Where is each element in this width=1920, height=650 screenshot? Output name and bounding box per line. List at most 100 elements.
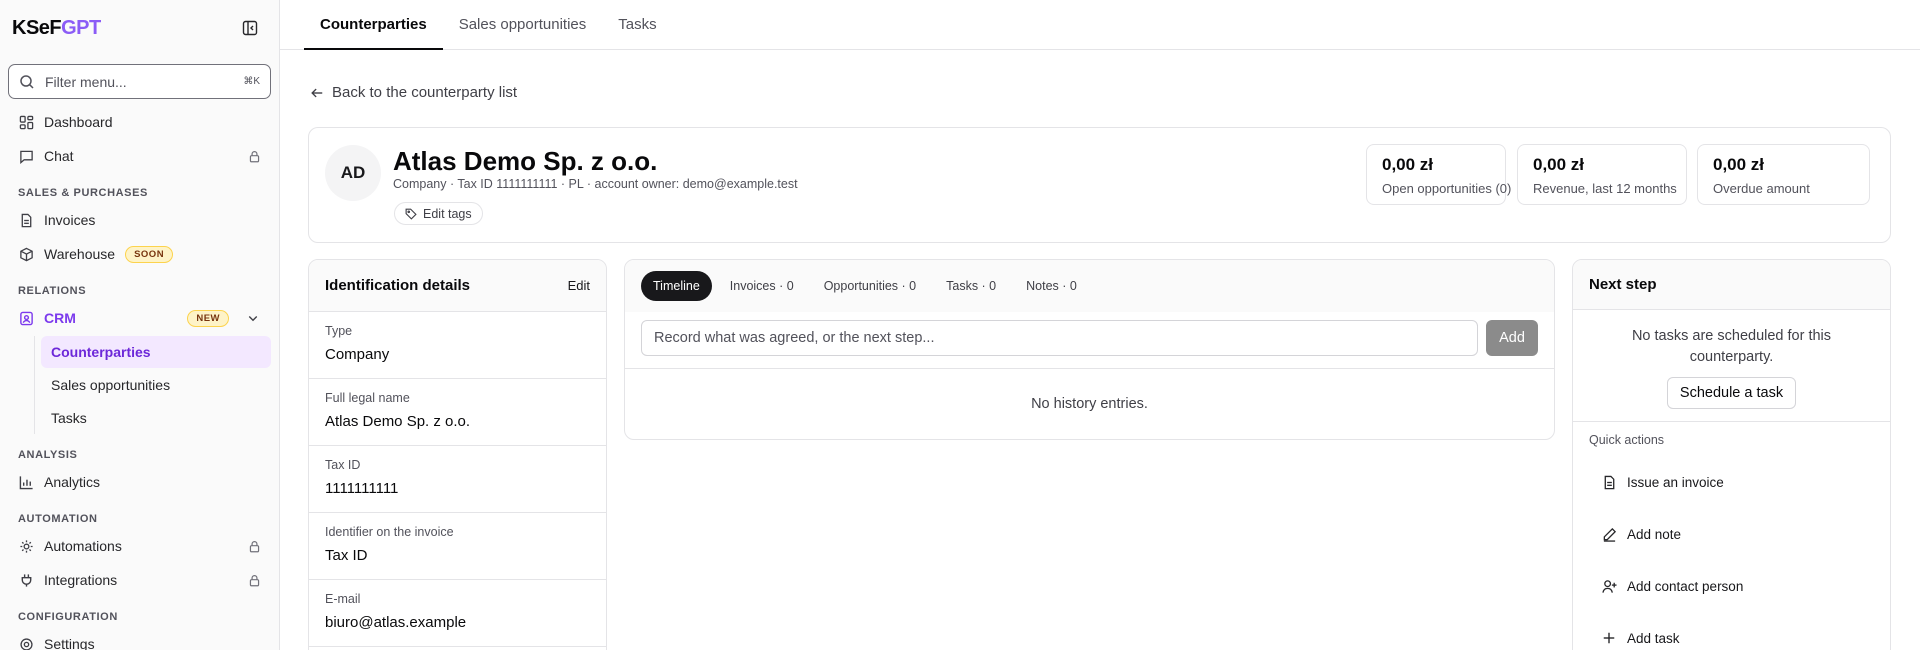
document-icon [18,212,34,228]
timeline-tabs: Timeline Invoices · 0 Opportunities · 0 … [625,260,1554,312]
sidebar-item-tasks[interactable]: Tasks [41,402,271,434]
plus-icon [1601,630,1617,646]
add-entry-button[interactable]: Add [1486,320,1538,356]
field-tax-id: Tax ID 1111111111 [309,446,606,513]
sidebar-item-counterparties[interactable]: Counterparties [41,336,271,368]
stat-caption: Open opportunities (0) [1382,181,1512,196]
field-value: 1111111111 [325,480,399,497]
section-automation: AUTOMATION [18,513,98,525]
edit-tags-label: Edit tags [423,206,472,221]
plug-icon [18,572,34,588]
sidebar-item-settings[interactable]: Settings [8,627,271,650]
add-task-action[interactable]: Add task [1573,612,1890,650]
app-logo[interactable]: KSeFGPT [12,17,101,40]
tab-invoices[interactable]: Invoices · 0 [718,271,806,301]
field-value: Company [325,346,390,363]
back-link-label: Back to the counterparty list [332,84,518,101]
package-icon [18,246,34,262]
identification-header: Identification details Edit [309,260,606,312]
section-configuration: CONFIGURATION [18,611,118,623]
sidebar-item-label: Integrations [44,572,118,588]
sidebar-item-label: Analytics [44,474,101,490]
stat-value: 0,00 zł [1533,155,1585,174]
stat-overdue: 0,00 zł Overdue amount [1697,144,1870,205]
sidebar-item-integrations[interactable]: Integrations [8,563,271,597]
field-value: Atlas Demo Sp. z o.o. [325,413,471,430]
add-note-action[interactable]: Add note [1573,508,1890,560]
tab-timeline[interactable]: Timeline [641,271,712,301]
sidebar-item-sales-opportunities[interactable]: Sales opportunities [41,369,271,401]
company-meta: Company · Tax ID 1111111111 · PL · accou… [393,177,798,191]
stat-open-opportunities: 0,00 zł Open opportunities (0) [1366,144,1512,205]
stat-caption: Overdue amount [1713,181,1810,196]
sidebar-item-label: CRM [44,310,76,326]
page-title: Atlas Demo Sp. z o.o. [393,146,658,176]
soon-badge: SOON [125,245,174,263]
action-label: Add note [1627,526,1682,542]
sidebar-header: KSeFGPT [0,0,279,56]
pencil-icon [1601,526,1617,542]
sidebar-item-invoices[interactable]: Invoices [8,203,271,237]
sidebar-nav: Dashboard Chat SALES & PURCHASES Invoice… [0,99,279,650]
field-value: Tax ID [325,547,368,564]
contact-card-icon [18,310,34,326]
sidebar-collapse-icon[interactable] [241,19,259,37]
sidebar-item-automations[interactable]: Automations [8,529,271,563]
chevron-down-icon[interactable] [245,310,261,326]
tab-counterparties[interactable]: Counterparties [304,0,443,50]
field-invoice-identifier: Identifier on the invoice Tax ID [309,513,606,580]
logo-main: KSeF [12,16,62,39]
next-step-empty: No tasks are scheduled for this counterp… [1573,310,1890,422]
field-email: E-mail biuro@atlas.example [309,580,606,647]
user-plus-icon [1601,578,1617,594]
action-label: Add task [1627,630,1680,646]
issue-invoice-action[interactable]: Issue an invoice [1573,456,1890,508]
schedule-task-button[interactable]: Schedule a task [1666,377,1797,409]
sidebar-item-dashboard[interactable]: Dashboard [8,105,271,139]
automation-icon [18,538,34,554]
edit-tags-button[interactable]: Edit tags [394,202,483,225]
gear-icon [18,636,34,650]
search-shortcut: ⌘K [243,76,260,87]
sidebar-item-label: Invoices [44,212,96,228]
filter-menu-search[interactable]: ⌘K [8,64,271,99]
tab-tasks[interactable]: Tasks [602,0,672,49]
sidebar-item-label: Dashboard [44,114,113,130]
new-badge: NEW [187,309,229,327]
field-label: Identifier on the invoice [325,525,454,539]
sidebar-item-warehouse[interactable]: Warehouse SOON [8,237,271,271]
timeline-entry-input[interactable] [641,320,1478,356]
next-step-card: Next step No tasks are scheduled for thi… [1572,259,1891,650]
identification-card: Identification details Edit Type Company… [308,259,607,650]
stat-revenue: 0,00 zł Revenue, last 12 months [1517,144,1687,205]
field-value: biuro@atlas.example [325,614,467,631]
counterparty-header-card: AD Atlas Demo Sp. z o.o. Company · Tax I… [308,127,1891,243]
field-label: E-mail [325,592,361,606]
tab-sales-opportunities[interactable]: Sales opportunities [443,0,603,49]
field-label: Tax ID [325,458,361,472]
stat-caption: Revenue, last 12 months [1533,181,1677,196]
tab-opportunities[interactable]: Opportunities · 0 [812,271,928,301]
search-icon [19,74,35,90]
timeline-card: Timeline Invoices · 0 Opportunities · 0 … [624,259,1555,440]
sidebar-item-crm[interactable]: CRM NEW [8,301,271,335]
filter-menu-input[interactable] [45,73,234,90]
field-type: Type Company [309,312,606,379]
crm-tabs: Counterparties Sales opportunities Tasks [280,0,1920,50]
chat-bubble-icon [18,148,34,164]
sidebar-item-label: Chat [44,148,74,164]
section-sales-purchases: SALES & PURCHASES [18,187,148,199]
sidebar-item-chat[interactable]: Chat [8,139,271,173]
back-link[interactable]: Back to the counterparty list [310,84,517,101]
arrow-left-icon [310,86,324,100]
edit-identification-button[interactable]: Edit [568,278,590,293]
tab-timeline-tasks[interactable]: Tasks · 0 [934,271,1008,301]
timeline-empty-state: No history entries. [1031,396,1148,412]
tab-notes[interactable]: Notes · 0 [1014,271,1089,301]
field-label: Type [325,324,353,338]
sidebar-item-analytics[interactable]: Analytics [8,465,271,499]
add-contact-person-action[interactable]: Add contact person [1573,560,1890,612]
bar-chart-icon [18,474,34,490]
sidebar: KSeFGPT ⌘K Dashboard [0,0,280,650]
lock-icon [248,540,261,553]
